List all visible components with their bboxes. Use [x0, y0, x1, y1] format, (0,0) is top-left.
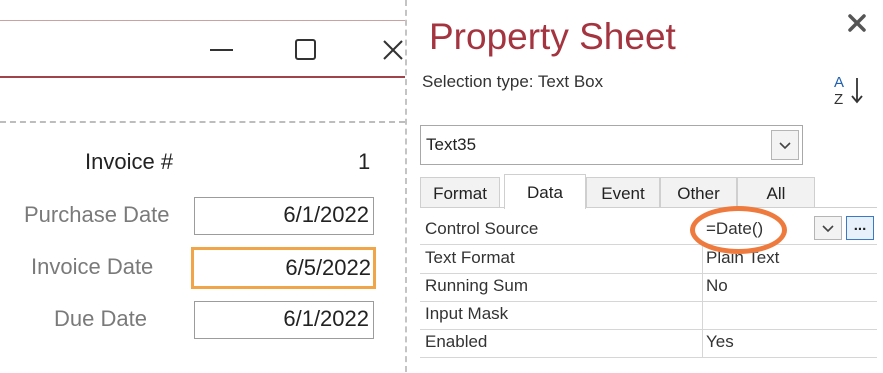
maximize-icon[interactable]	[288, 32, 324, 68]
chevron-down-icon	[779, 142, 791, 150]
due-date-label: Due Date	[54, 306, 147, 331]
column-divider	[702, 245, 703, 273]
object-selector-button[interactable]	[771, 130, 799, 160]
svg-text:Z: Z	[834, 91, 843, 108]
form-titlebar	[0, 0, 405, 78]
property-value[interactable]: No	[706, 276, 728, 296]
tab-other[interactable]: Other	[660, 177, 737, 208]
titlebar-bottom-divider	[0, 76, 405, 78]
svg-text:A: A	[834, 74, 844, 91]
control-source-dropdown-button[interactable]	[814, 216, 842, 240]
section-divider	[0, 121, 405, 123]
column-divider	[702, 273, 703, 301]
property-row-text-format[interactable]: Text Format Plain Text	[420, 245, 877, 274]
object-selector-dropdown[interactable]: Text35	[420, 125, 803, 165]
close-icon[interactable]	[846, 12, 868, 34]
property-sheet-pane: Property Sheet Selection type: Text Box …	[409, 0, 883, 373]
chevron-down-icon	[822, 225, 834, 233]
highlight-ellipse-annotation	[690, 206, 787, 254]
property-name: Running Sum	[425, 276, 529, 295]
column-divider	[702, 301, 703, 329]
property-name: Input Mask	[425, 304, 509, 323]
property-name: Control Source	[425, 219, 539, 238]
invoice-date-field[interactable]: 6/5/2022	[191, 247, 376, 289]
tab-all[interactable]: All	[737, 177, 815, 208]
tab-format[interactable]: Format	[420, 177, 500, 208]
expression-builder-button[interactable]: ...	[846, 216, 874, 240]
tab-event[interactable]: Event	[586, 177, 660, 208]
property-tabs: Format Data Event Other All	[420, 174, 880, 209]
purchase-date-field[interactable]: 6/1/2022	[194, 197, 374, 235]
purchase-date-label: Purchase Date	[24, 202, 170, 227]
column-divider	[702, 329, 703, 357]
property-sheet-title: Property Sheet	[429, 16, 676, 57]
invoice-number-value[interactable]: 1	[358, 149, 370, 175]
minimize-icon[interactable]	[205, 32, 241, 68]
property-row-running-sum[interactable]: Running Sum No	[420, 273, 877, 302]
property-row-input-mask[interactable]: Input Mask	[420, 301, 877, 330]
invoice-form-window: Invoice # 1 Purchase Date 6/1/2022 Invoi…	[0, 0, 405, 372]
property-name: Enabled	[425, 332, 488, 351]
property-row-control-source[interactable]: Control Source =Date() ...	[420, 216, 877, 245]
object-selector-value: Text35	[426, 135, 477, 154]
sort-az-icon[interactable]: A Z	[832, 72, 866, 108]
selection-type-label: Selection type: Text Box	[422, 72, 604, 91]
tab-data[interactable]: Data	[504, 174, 586, 209]
titlebar-top-divider	[0, 20, 405, 21]
invoice-number-label: Invoice #	[85, 149, 174, 174]
property-grid: Control Source =Date() ... Text Format P…	[420, 207, 877, 373]
property-row-enabled[interactable]: Enabled Yes	[420, 329, 877, 358]
property-name: Text Format	[425, 248, 515, 267]
property-value[interactable]: Yes	[706, 332, 734, 352]
pane-splitter[interactable]	[405, 0, 407, 372]
due-date-field[interactable]: 6/1/2022	[194, 301, 374, 339]
invoice-date-label: Invoice Date	[31, 254, 154, 279]
